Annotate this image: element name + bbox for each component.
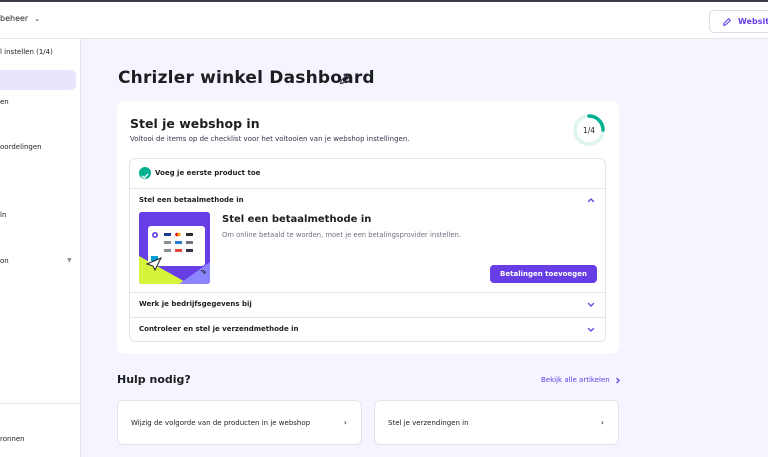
sidebar-item-resources[interactable]: ronnen (0, 435, 25, 443)
sidebar-item-label: l instellen (1/4) (0, 48, 53, 56)
setup-card: Stel je webshop in Voltooi de items op d… (117, 101, 619, 354)
payment-illustration (139, 212, 210, 284)
store-switcher-label: beheer (0, 14, 29, 23)
checklist-item-business[interactable]: Werk je bedrijfsgegevens bij (130, 293, 605, 318)
help-article-card[interactable]: Stel je verzendingen in › (374, 400, 619, 445)
view-all-articles-link[interactable]: Bekijk alle artikelen (541, 376, 621, 384)
chevron-down-icon: ⌄ (34, 14, 41, 23)
add-payments-button[interactable]: Betalingen toevoegen (490, 265, 597, 283)
setup-card-subtitle: Voltooi de items op de checklist voor he… (130, 135, 410, 143)
setup-checklist: Voeg je eerste product toe Stel een beta… (129, 158, 606, 342)
website-button-label: Website (738, 17, 768, 26)
top-bar: beheer ⌄ Website (0, 2, 768, 39)
sidebar-item-payments[interactable]: ln (0, 211, 6, 219)
sidebar-item-label: ln (0, 211, 7, 219)
help-article-label: Stel je verzendingen in (388, 419, 469, 427)
sidebar-item-label: ronnen (0, 435, 25, 443)
sidebar-item-setup[interactable]: l instellen (1/4) (0, 48, 53, 56)
sidebar-item-home-active[interactable] (0, 70, 76, 90)
sidebar-item-reviews[interactable]: oordelingen (0, 143, 42, 151)
sidebar-divider (0, 403, 81, 404)
help-article-card[interactable]: Wijzig de volgorde van de producten in j… (117, 400, 362, 445)
chevron-right-icon (615, 377, 620, 383)
pencil-icon (723, 17, 731, 26)
chevron-right-icon: › (343, 418, 347, 427)
sidebar: l instellen (1/4) en oordelingen ln on ▼… (0, 39, 81, 457)
chevron-right-icon: › (600, 418, 604, 427)
sidebar-item-orders[interactable]: en (0, 98, 9, 106)
payment-detail-description: Om online betaald te worden, moet je een… (222, 231, 462, 239)
sidebar-item-settings[interactable]: on (0, 257, 9, 265)
checklist-item-label: Controleer en stel je verzendmethode in (139, 325, 299, 333)
help-section-title: Hulp nodig? (117, 373, 191, 386)
checklist-item-payment: Stel een betaalmethode in Stel een betaa… (130, 189, 605, 293)
checklist-item-label: Voeg je eerste product toe (155, 169, 261, 177)
chevron-down-icon (587, 327, 595, 332)
chevron-down-icon (587, 302, 595, 307)
sidebar-item-label: oordelingen (0, 143, 42, 151)
page-title: Chrizler winkel Dashboard (118, 68, 375, 88)
pencil-icon[interactable] (339, 73, 351, 85)
sidebar-item-label: on (0, 257, 9, 265)
check-circle-icon (139, 167, 151, 179)
view-all-articles-label: Bekijk alle artikelen (541, 376, 610, 384)
chevron-up-icon[interactable] (587, 196, 595, 204)
chevron-down-icon: ▼ (67, 257, 72, 264)
payment-detail-title: Stel een betaalmethode in (222, 214, 372, 225)
checklist-item-label: Werk je bedrijfsgegevens bij (139, 300, 252, 308)
website-button[interactable]: Website (709, 10, 768, 33)
checklist-item-label[interactable]: Stel een betaalmethode in (139, 196, 244, 204)
progress-label: 1/4 (582, 125, 596, 135)
sidebar-item-label: en (0, 98, 9, 106)
checklist-item-shipping[interactable]: Controleer en stel je verzendmethode in (130, 318, 605, 341)
help-article-label: Wijzig de volgorde van de producten in j… (131, 419, 311, 427)
setup-card-title: Stel je webshop in (130, 116, 260, 131)
checklist-item-product[interactable]: Voeg je eerste product toe (130, 159, 605, 189)
store-switcher[interactable]: beheer ⌄ (0, 14, 40, 23)
